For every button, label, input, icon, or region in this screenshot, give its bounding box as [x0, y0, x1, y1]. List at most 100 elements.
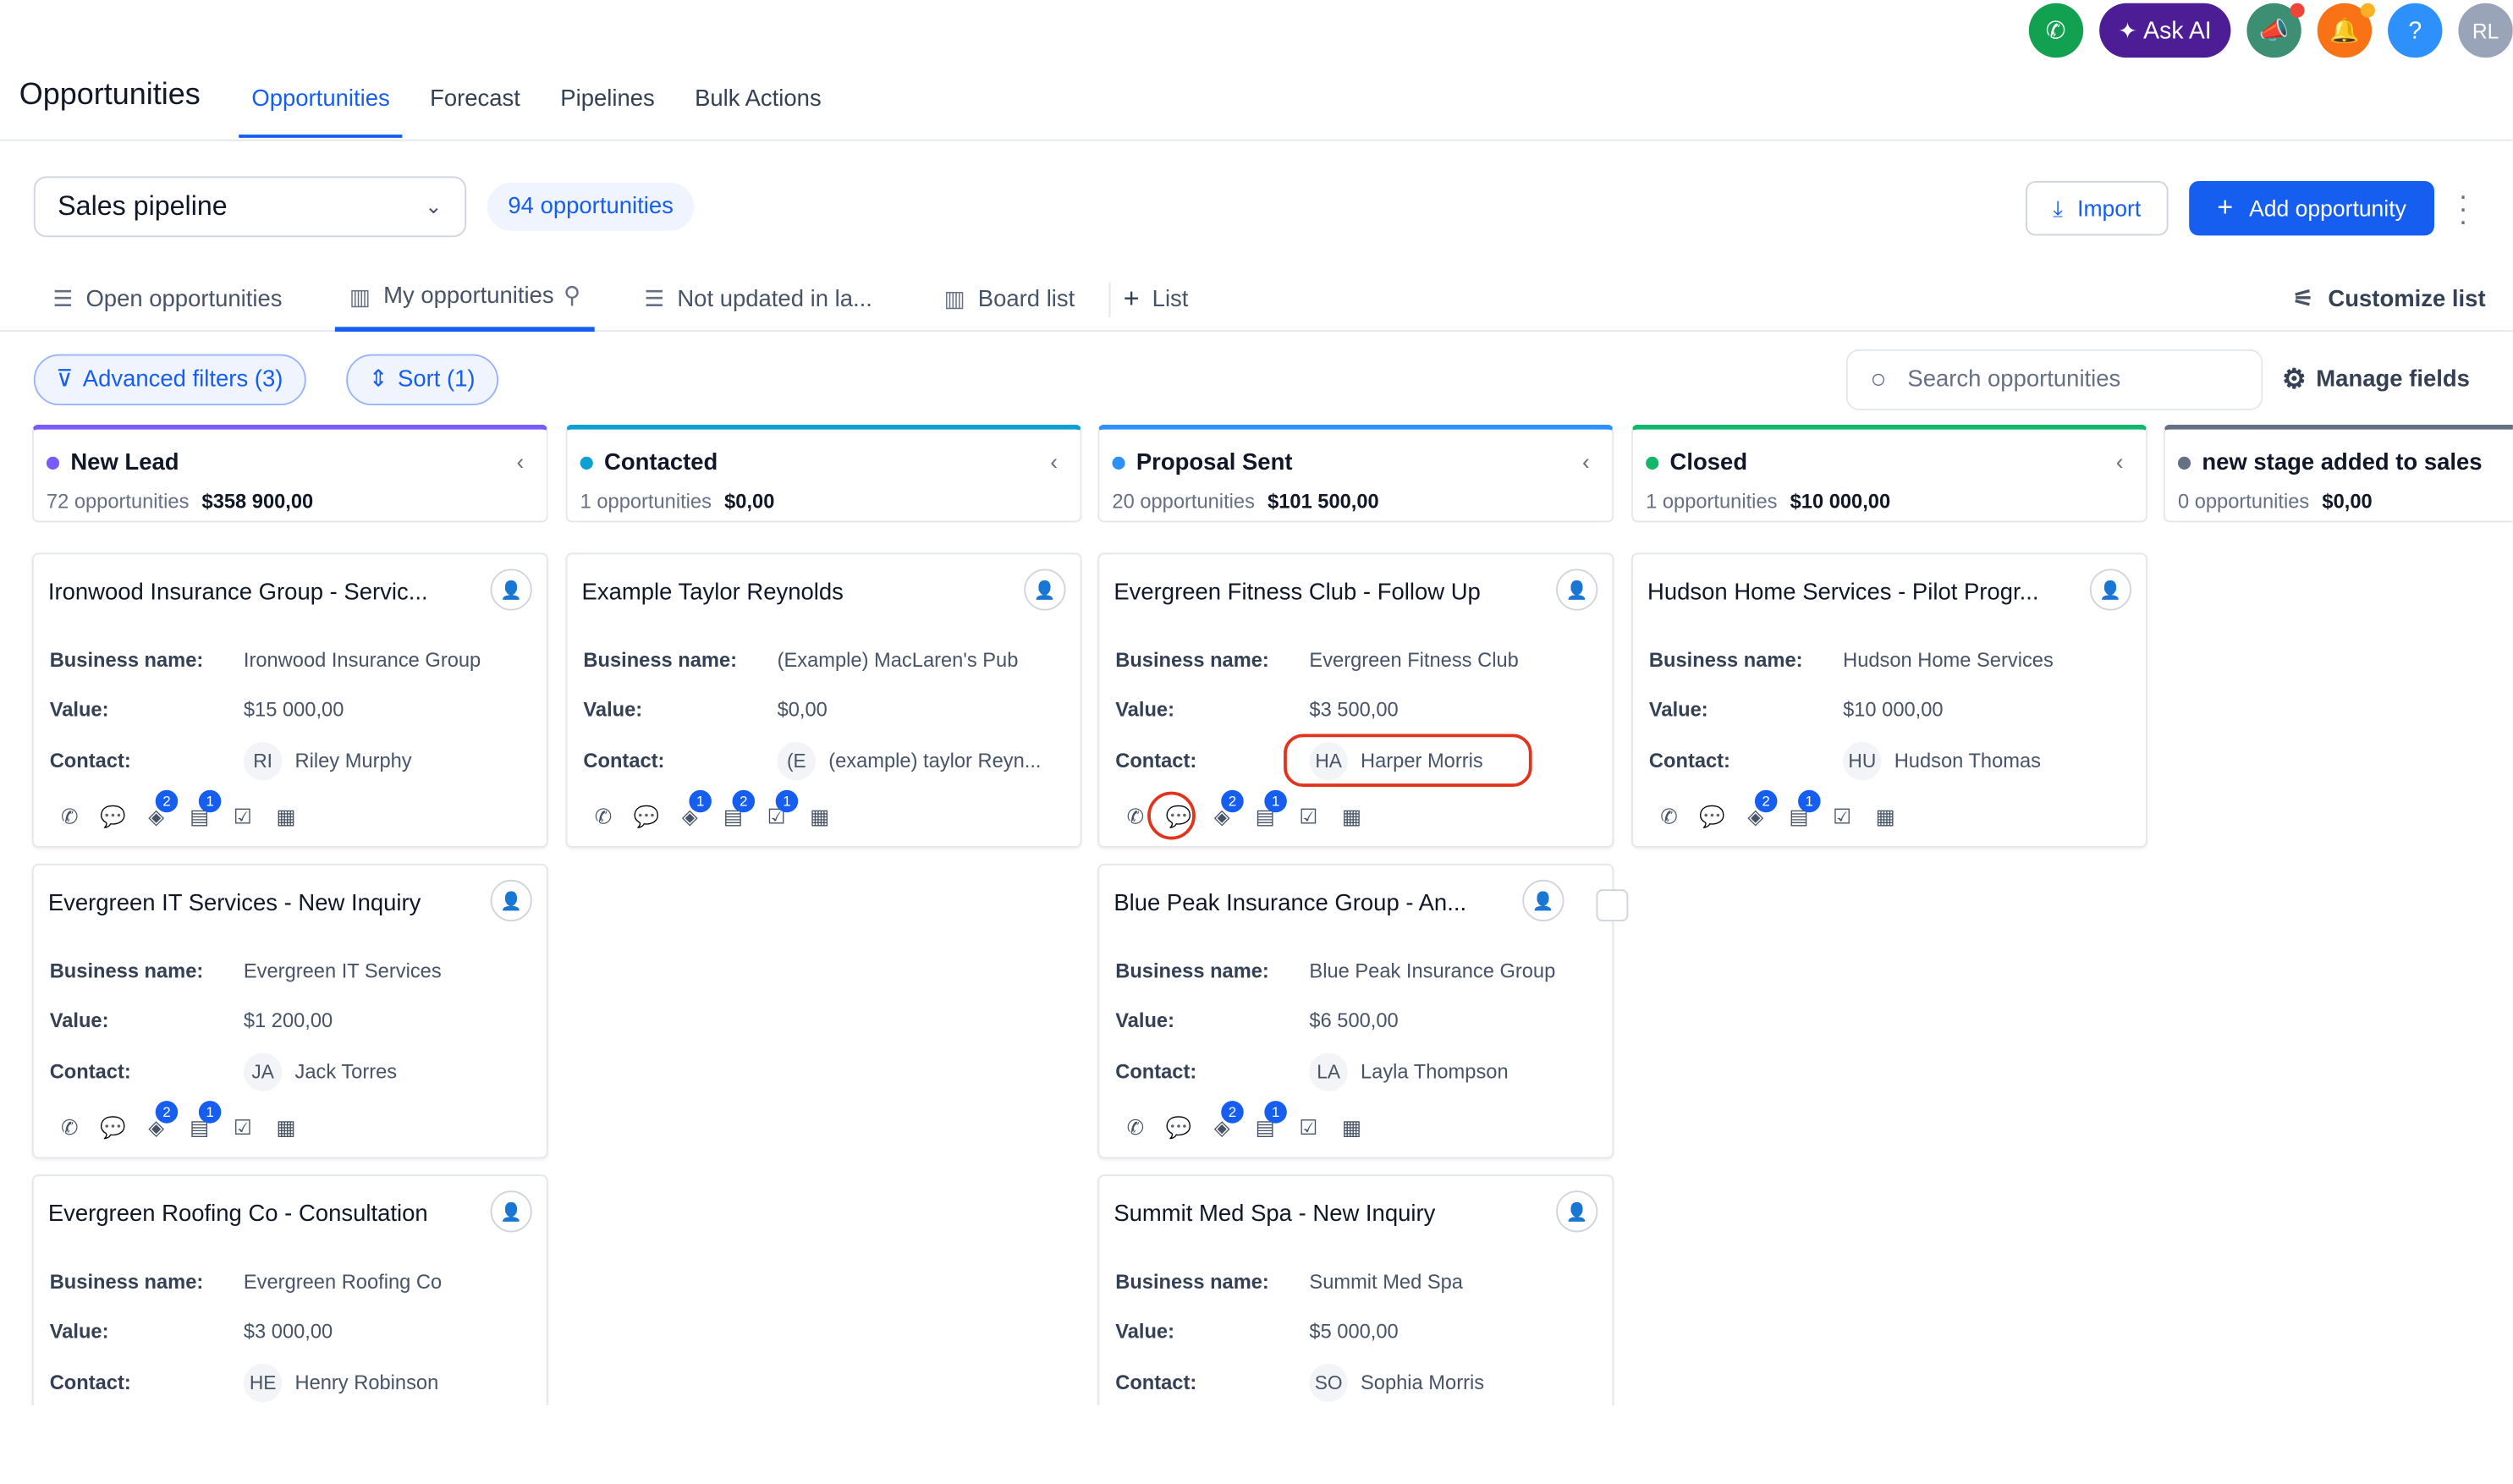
import-button[interactable]: ⤓ Import: [2026, 181, 2169, 236]
notifications-button[interactable]: 🔔: [2317, 3, 2375, 58]
count-badge: 1: [775, 789, 799, 813]
assign-user-icon[interactable]: 👤: [1556, 1190, 1598, 1233]
add-list-button[interactable]: + List: [1124, 266, 1189, 332]
more-options-icon[interactable]: · · ·: [2455, 181, 2472, 235]
ask-ai-label: Ask AI: [2143, 16, 2212, 45]
collapse-chevron-icon[interactable]: ‹: [1050, 448, 1058, 474]
value-label: Value:: [1648, 698, 1708, 722]
business-name-label: Business name:: [583, 649, 738, 672]
view-tab-my-opportunities[interactable]: ▥ My opportunities ⚲: [334, 266, 596, 333]
opportunity-card[interactable]: Blue Peak Insurance Group - An... 👤 Busi…: [1097, 863, 1629, 1159]
phone-button[interactable]: ✆: [2028, 3, 2083, 58]
contact-chip[interactable]: HU Hudson Thomas: [1843, 741, 2042, 781]
notes-icon[interactable]: ▤ 1: [1244, 1101, 1287, 1144]
tag-icon[interactable]: ◈ 2: [1201, 789, 1244, 833]
contact-label: Contact:: [49, 1371, 131, 1394]
view-tab-not-updated[interactable]: ☰ Not updated in la...: [644, 266, 872, 332]
pipeline-select[interactable]: Sales pipeline ⌄: [33, 176, 467, 238]
contact-chip[interactable]: RI Riley Murphy: [243, 741, 412, 781]
tab-opportunities[interactable]: Opportunities: [239, 64, 403, 138]
contact-chip[interactable]: SO Sophia Morris: [1309, 1363, 1485, 1403]
contact-chip[interactable]: JA Jack Torres: [243, 1053, 397, 1091]
notification-dot: [2290, 3, 2305, 18]
tag-icon[interactable]: ◈ 2: [1201, 1101, 1244, 1144]
contact-name: Sophia Morris: [1361, 1371, 1485, 1394]
message-icon[interactable]: 💬: [91, 1112, 135, 1144]
collapse-chevron-icon[interactable]: ‹: [1582, 448, 1590, 474]
tag-icon[interactable]: ◈ 2: [135, 789, 179, 833]
view-tab-board-list[interactable]: ▥ Board list: [944, 266, 1075, 332]
stage-count: 0 opportunities: [2177, 490, 2310, 514]
calendar-icon[interactable]: ▦: [1330, 1112, 1373, 1144]
tag-icon[interactable]: ◈ 1: [668, 789, 712, 833]
opportunity-card[interactable]: Evergreen IT Services - New Inquiry 👤 Bu…: [31, 863, 548, 1159]
message-icon[interactable]: 💬: [91, 801, 135, 833]
task-icon[interactable]: ☑: [221, 1112, 264, 1144]
call-icon[interactable]: ✆: [48, 1112, 91, 1144]
call-icon[interactable]: ✆: [582, 801, 625, 833]
message-icon[interactable]: 💬: [1691, 801, 1734, 833]
collapse-chevron-icon[interactable]: ‹: [2116, 448, 2124, 474]
stage-dot: [580, 456, 593, 470]
task-icon[interactable]: ☑: [1287, 1112, 1330, 1144]
manage-fields-button[interactable]: ⚙ Manage fields: [2282, 349, 2470, 410]
task-icon[interactable]: ☑: [1287, 801, 1330, 833]
tab-pipelines[interactable]: Pipelines: [547, 64, 668, 138]
task-icon[interactable]: ☑: [1821, 801, 1864, 833]
task-icon[interactable]: ☑: [221, 801, 264, 833]
customize-list-button[interactable]: ⚟ Customize list: [2293, 266, 2486, 332]
calendar-icon[interactable]: ▦: [265, 801, 308, 833]
avatar[interactable]: RL: [2458, 3, 2513, 58]
assign-user-icon[interactable]: 👤: [490, 879, 532, 922]
calendar-icon[interactable]: ▦: [798, 801, 841, 833]
calendar-icon[interactable]: ▦: [265, 1112, 308, 1144]
task-icon[interactable]: ☑ 1: [755, 789, 799, 833]
call-icon[interactable]: ✆: [48, 801, 91, 833]
ask-ai-button[interactable]: ✦ Ask AI: [2098, 3, 2231, 58]
tab-bulk-actions[interactable]: Bulk Actions: [682, 64, 834, 138]
opportunity-card[interactable]: Example Taylor Reynolds 👤 Business name:…: [565, 552, 1082, 848]
view-tab-label: Not updated in la...: [677, 286, 872, 312]
assign-user-icon[interactable]: 👤: [490, 569, 532, 611]
header-actions: ✆ ✦ Ask AI 📣 🔔 ? RL: [2012, 3, 2513, 58]
notes-icon[interactable]: ▤ 2: [712, 789, 756, 833]
calendar-icon[interactable]: ▦: [1864, 801, 1907, 833]
calendar-icon[interactable]: ▦: [1330, 801, 1373, 833]
tag-icon[interactable]: ◈ 2: [1734, 789, 1778, 833]
notes-icon[interactable]: ▤ 1: [178, 789, 222, 833]
call-icon[interactable]: ✆: [1114, 1112, 1157, 1144]
opportunity-card[interactable]: Evergreen Roofing Co - Consultation 👤 Bu…: [31, 1174, 548, 1406]
advanced-filters-button[interactable]: ⊽ Advanced filters (3): [33, 354, 305, 406]
contact-name: Hudson Thomas: [1894, 750, 2042, 772]
notes-icon[interactable]: ▤ 1: [1777, 789, 1821, 833]
contact-chip[interactable]: (E (example) taylor Reyn...: [777, 741, 1042, 781]
card-actions: ✆ 💬 ◈ 2 ▤ 1 ☑ ▦: [48, 1101, 308, 1144]
opportunity-card[interactable]: Hudson Home Services - Pilot Progr... 👤 …: [1631, 552, 2147, 848]
assign-user-icon[interactable]: 👤: [1024, 569, 1066, 611]
assign-user-icon[interactable]: 👤: [1522, 879, 1564, 922]
collapse-chevron-icon[interactable]: ‹: [516, 448, 524, 474]
tag-icon[interactable]: ◈ 2: [135, 1101, 179, 1144]
help-button[interactable]: ?: [2388, 3, 2443, 58]
add-opportunity-button[interactable]: + Add opportunity: [2189, 181, 2434, 236]
opportunity-card[interactable]: Summit Med Spa - New Inquiry 👤 Business …: [1097, 1174, 1614, 1406]
tab-forecast[interactable]: Forecast: [417, 64, 533, 138]
sort-button[interactable]: ⇕ Sort (1): [346, 354, 498, 406]
search-input[interactable]: ○ Search opportunities: [1845, 349, 2263, 410]
notes-icon[interactable]: ▤ 1: [1244, 789, 1287, 833]
contact-chip[interactable]: HE Henry Robinson: [243, 1363, 438, 1403]
assign-user-icon[interactable]: 👤: [490, 1190, 532, 1233]
assign-user-icon[interactable]: 👤: [1556, 569, 1598, 611]
search-placeholder: Search opportunities: [1907, 366, 2121, 393]
notes-icon[interactable]: ▤ 1: [178, 1101, 222, 1144]
select-checkbox[interactable]: [1596, 889, 1629, 922]
call-icon[interactable]: ✆: [1647, 801, 1691, 833]
opportunity-card[interactable]: Ironwood Insurance Group - Servic... 👤 B…: [31, 552, 548, 848]
message-icon[interactable]: 💬: [1157, 1112, 1200, 1144]
view-tab-open-opportunities[interactable]: ☰ Open opportunities: [53, 266, 283, 332]
assign-user-icon[interactable]: 👤: [2089, 569, 2132, 611]
contact-chip[interactable]: LA Layla Thompson: [1309, 1053, 1509, 1091]
message-icon[interactable]: 💬: [625, 801, 668, 833]
announcements-button[interactable]: 📣: [2246, 3, 2305, 58]
contact-label: Contact:: [583, 750, 665, 772]
